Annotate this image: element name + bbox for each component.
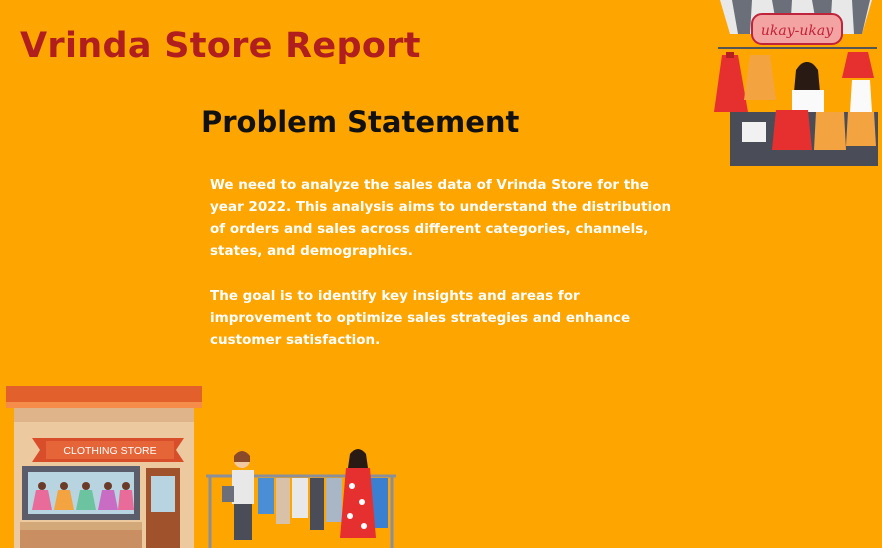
report-title: Vrinda Store Report	[20, 26, 421, 66]
store-sign-text: CLOTHING STORE	[63, 445, 156, 457]
problem-paragraph-2: The goal is to identify key insights and…	[210, 288, 631, 348]
problem-paragraph-1: We need to analyze the sales data of Vri…	[210, 177, 672, 259]
stall-sign-text: ukay-ukay	[761, 23, 834, 39]
section-heading: Problem Statement	[201, 105, 520, 139]
ukay-ukay-stall-illustration: ukay-ukay	[714, 0, 878, 166]
clothing-store-illustration: CLOTHING STORE	[6, 386, 202, 548]
clothing-rack-shoppers-illustration	[206, 449, 396, 548]
